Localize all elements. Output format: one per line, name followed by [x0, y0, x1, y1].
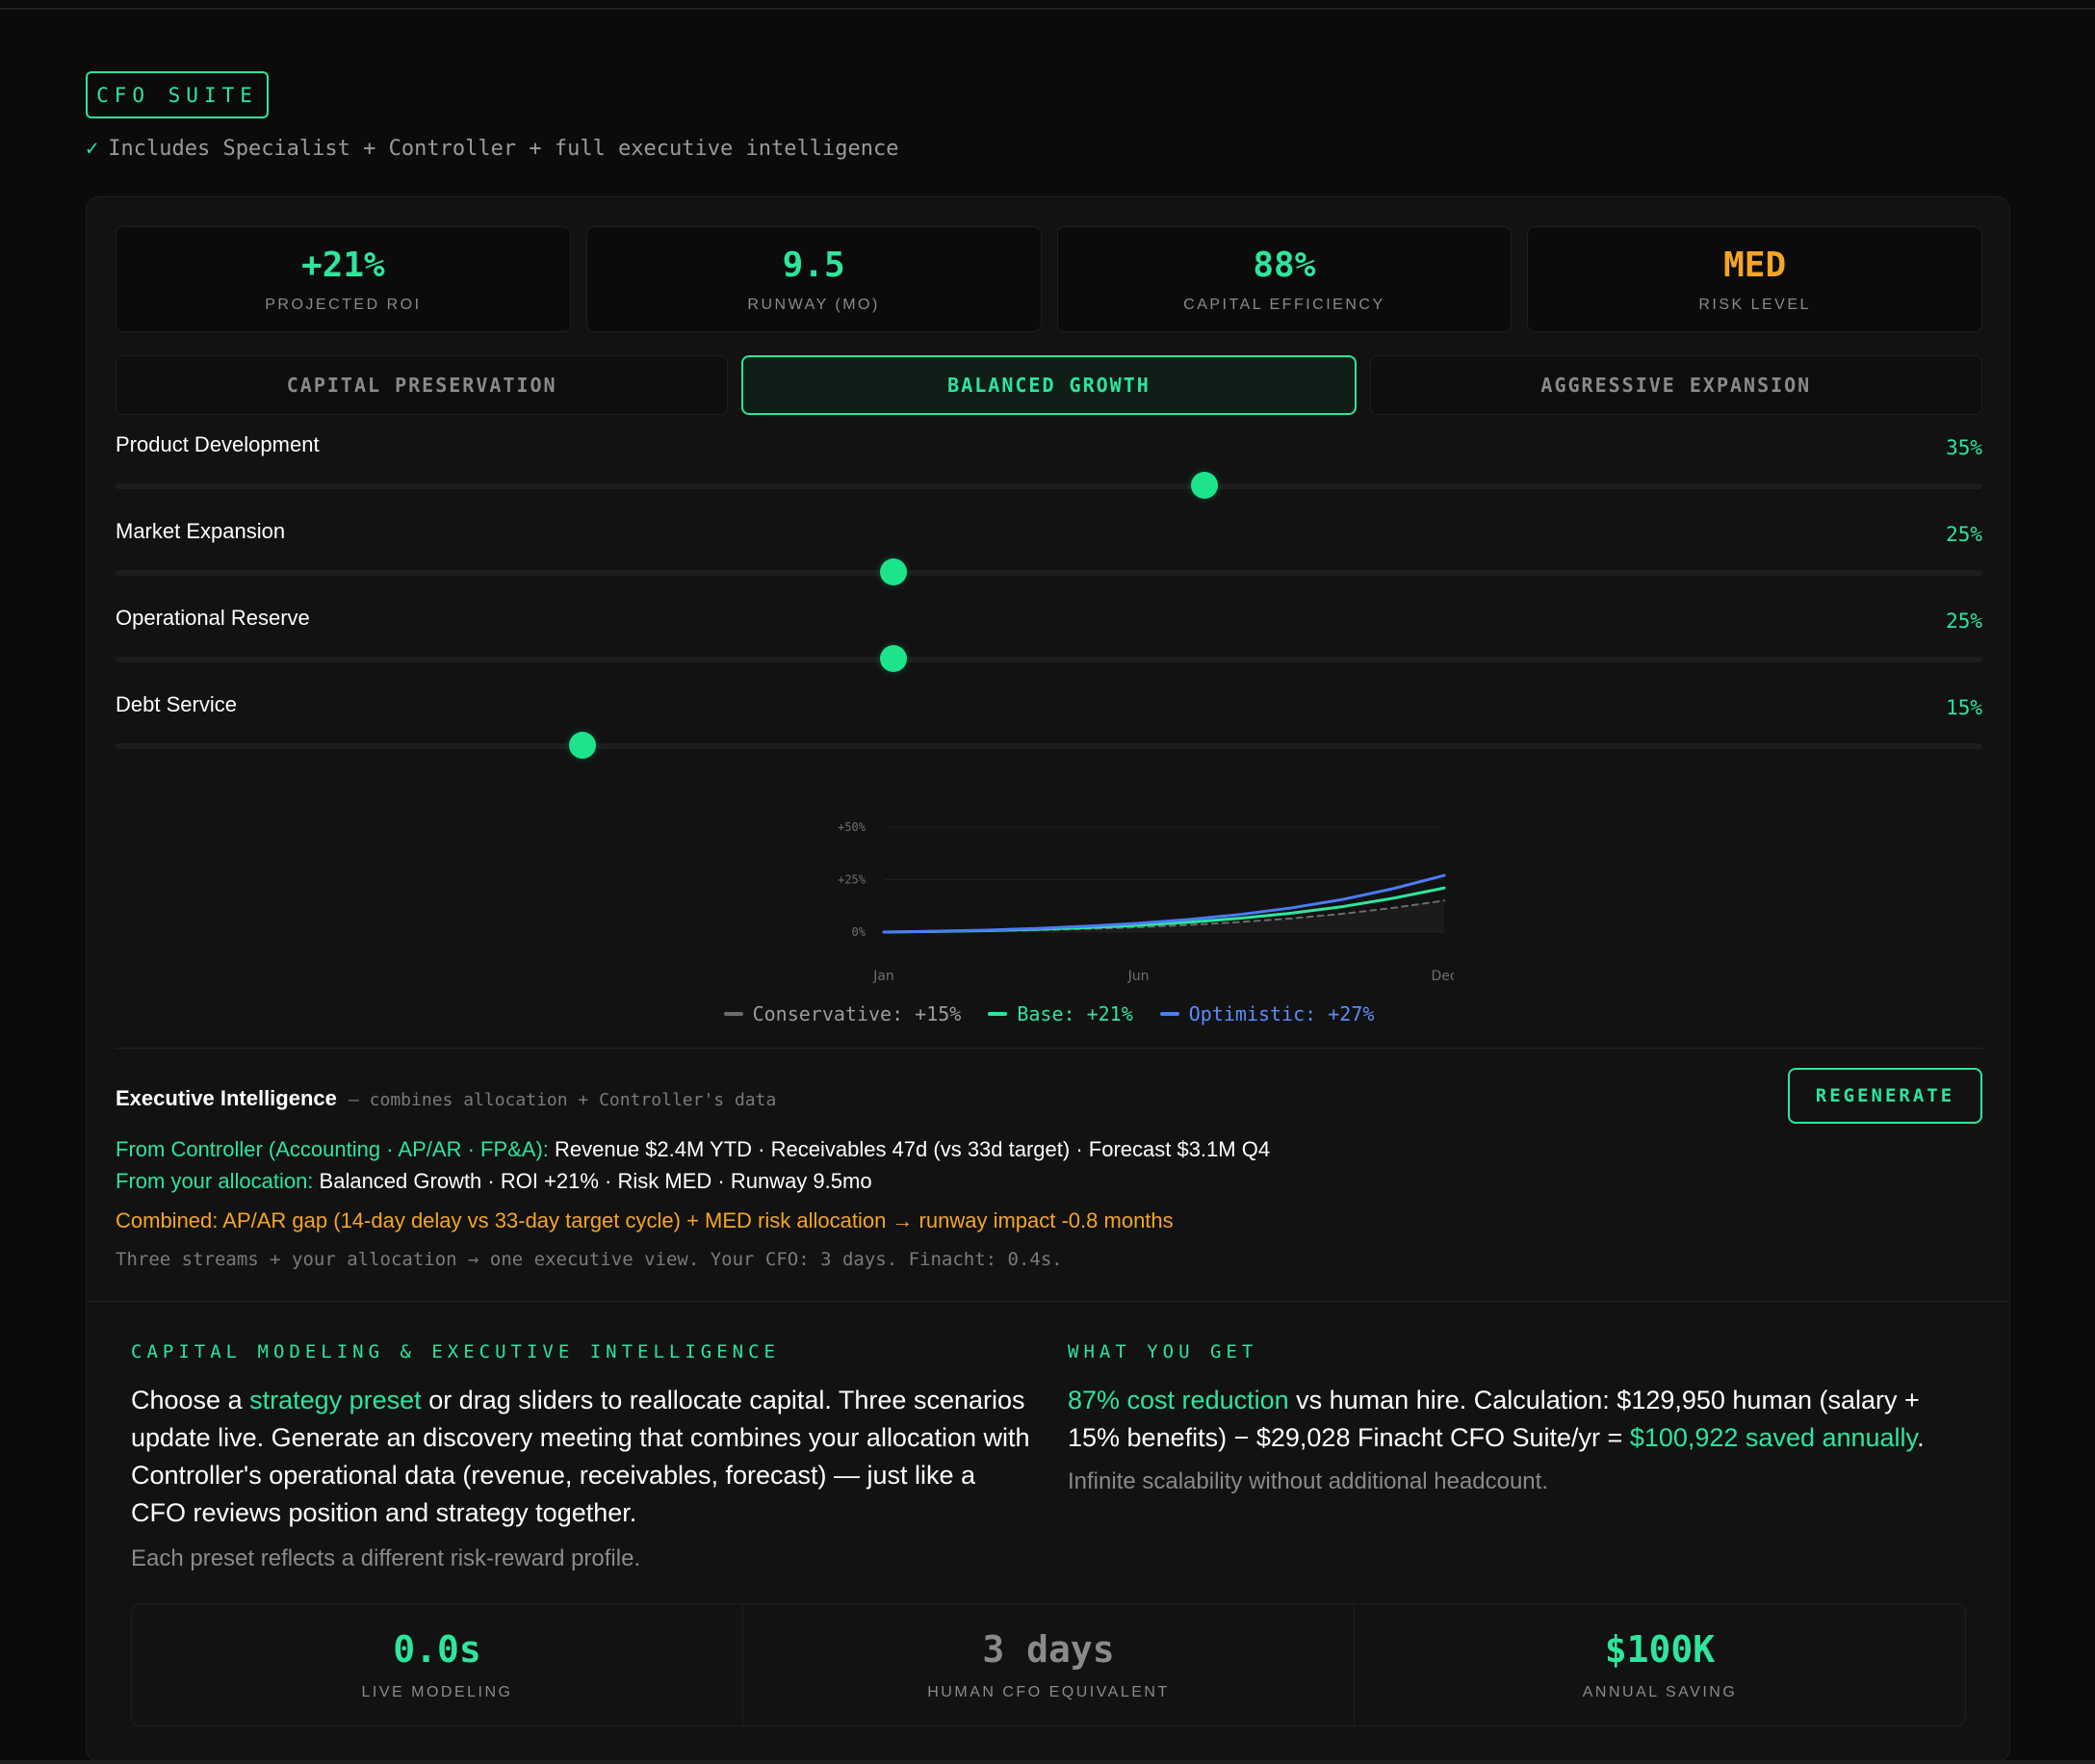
what-you-get-description: 87% cost reduction vs human hire. Calcul… [1068, 1382, 1963, 1457]
kpi-value: 9.5 [782, 245, 845, 285]
kpi-label: PROJECTED ROI [265, 296, 422, 313]
legend-swatch [1159, 1012, 1179, 1016]
x-tick-label: Jan [872, 969, 894, 984]
slider-value: 35% [1946, 436, 1982, 459]
slider-track[interactable] [116, 483, 1982, 489]
legend-text: Base: +21% [1017, 1002, 1133, 1025]
slider-label: Product Development [116, 432, 320, 456]
includes-text: Includes Specialist + Controller + full … [108, 137, 899, 161]
slider-market-expansion: Market Expansion 25% [116, 519, 1982, 606]
desc-text: . [1917, 1423, 1925, 1452]
kpi-label: RISK LEVEL [1698, 296, 1811, 313]
stat-human-cfo: 3 days HUMAN CFO EQUIVALENT [743, 1604, 1355, 1725]
kpi-runway: 9.5 RUNWAY (MO) [585, 226, 1042, 332]
stat-label: HUMAN CFO EQUIVALENT [927, 1684, 1170, 1700]
slider-track[interactable] [116, 657, 1982, 662]
kpi-value: MED [1723, 245, 1787, 285]
slider-value: 25% [1946, 523, 1982, 546]
stat-value: 3 days [982, 1628, 1115, 1671]
legend-item-optimistic: Optimistic: +27% [1159, 1002, 1375, 1025]
top-border [0, 8, 2095, 10]
legend-item-conservative: Conservative: +15% [723, 1002, 962, 1025]
allocation-label: From your allocation: [116, 1169, 314, 1193]
slider-value: 25% [1946, 610, 1982, 633]
y-tick-label: +50% [838, 820, 866, 834]
kpi-value: +21% [301, 245, 385, 285]
stat-label: ANNUAL SAVING [1582, 1684, 1738, 1700]
x-tick-label: Jun [1127, 969, 1150, 984]
slider-product-development: Product Development 35% [116, 432, 1982, 519]
slider-debt-service: Debt Service 15% [116, 692, 1982, 779]
exec-intelligence-title: Executive Intelligence — combines alloca… [116, 1086, 776, 1111]
scenario-chart: +50% +25% 0% Jan Jun Dec [703, 796, 1454, 989]
kpi-label: CAPITAL EFFICIENCY [1183, 296, 1385, 313]
preset-note: Each preset reflects a different risk-re… [131, 1545, 641, 1571]
slider-track[interactable] [116, 743, 1982, 749]
conservative-area [884, 900, 1444, 932]
panel-divider [87, 1301, 2009, 1302]
slider-label: Debt Service [116, 692, 237, 716]
stat-annual-saving: $100K ANNUAL SAVING [1355, 1604, 1965, 1725]
cost-reduction-highlight: 87% cost reduction [1068, 1386, 1289, 1414]
slider-label: Operational Reserve [116, 606, 310, 630]
cfo-suite-panel: +21% PROJECTED ROI 9.5 RUNWAY (MO) 88% C… [86, 196, 2010, 1762]
x-tick-label: Dec [1431, 969, 1454, 984]
what-you-get-heading: WHAT YOU GET [1068, 1341, 1258, 1362]
capital-modeling-heading: CAPITAL MODELING & EXECUTIVE INTELLIGENC… [131, 1341, 780, 1362]
controller-label: From Controller (Accounting · AP/AR · FP… [116, 1137, 549, 1161]
includes-note: ✓ Includes Specialist + Controller + full… [86, 137, 898, 161]
kpi-risk-level: MED RISK LEVEL [1527, 226, 1982, 332]
chart-legend: Conservative: +15% Base: +21% Optimistic… [87, 1002, 2009, 1025]
exec-subtitle: — combines allocation + Controller's dat… [349, 1090, 777, 1110]
y-tick-label: 0% [852, 925, 866, 939]
legend-swatch [723, 1012, 743, 1016]
kpi-projected-roi: +21% PROJECTED ROI [116, 226, 571, 332]
scalability-note: Infinite scalability without additional … [1068, 1468, 1548, 1494]
stat-label: LIVE MODELING [361, 1684, 513, 1700]
legend-text: Optimistic: +27% [1188, 1002, 1375, 1025]
slider-label: Market Expansion [116, 519, 286, 543]
controller-line: From Controller (Accounting · AP/AR · FP… [116, 1137, 1270, 1162]
kpi-capital-efficiency: 88% CAPITAL EFFICIENCY [1056, 226, 1513, 332]
kpi-row: +21% PROJECTED ROI 9.5 RUNWAY (MO) 88% C… [116, 226, 1982, 332]
section-divider [116, 1048, 1982, 1049]
slider-track[interactable] [116, 570, 1982, 576]
legend-swatch [988, 1012, 1008, 1016]
y-tick-label: +25% [838, 873, 866, 887]
stat-value: 0.0s [393, 1628, 481, 1671]
kpi-label: RUNWAY (MO) [747, 296, 880, 313]
exec-title-text: Executive Intelligence [116, 1086, 337, 1110]
scenario-chart-svg: +50% +25% 0% Jan Jun Dec [838, 820, 1454, 984]
kpi-value: 88% [1253, 245, 1316, 285]
stat-live-modeling: 0.0s LIVE MODELING [132, 1604, 743, 1725]
slider-thumb[interactable] [879, 558, 907, 585]
preset-balanced-growth[interactable]: BALANCED GROWTH [741, 355, 1357, 415]
tier-badge: CFO SUITE [86, 71, 269, 118]
allocation-text: Balanced Growth · ROI +21% · Risk MED · … [313, 1169, 872, 1193]
check-icon: ✓ [86, 137, 99, 161]
bottom-border [0, 1760, 2095, 1764]
stats-row: 0.0s LIVE MODELING 3 days HUMAN CFO EQUI… [131, 1603, 1966, 1726]
slider-thumb[interactable] [879, 645, 907, 672]
preset-aggressive-expansion[interactable]: AGGRESSIVE EXPANSION [1369, 355, 1982, 415]
slider-operational-reserve: Operational Reserve 25% [116, 606, 1982, 692]
legend-item-base: Base: +21% [988, 1002, 1133, 1025]
legend-text: Conservative: +15% [752, 1002, 962, 1025]
desc-text: Choose a [131, 1386, 250, 1414]
strategy-preset-highlight: strategy preset [249, 1386, 422, 1414]
allocation-line: From your allocation: Balanced Growth · … [116, 1169, 872, 1194]
stat-value: $100K [1604, 1628, 1716, 1671]
savings-highlight: $100,922 saved annually [1629, 1423, 1918, 1452]
strategy-presets: CAPITAL PRESERVATION BALANCED GROWTH AGG… [116, 355, 1982, 415]
regenerate-button[interactable]: REGENERATE [1788, 1068, 1982, 1124]
exec-footnote: Three streams + your allocation → one ex… [116, 1249, 1063, 1270]
slider-value: 15% [1946, 696, 1982, 719]
preset-capital-preservation[interactable]: CAPITAL PRESERVATION [116, 355, 729, 415]
combined-line: Combined: AP/AR gap (14-day delay vs 33-… [116, 1208, 1174, 1232]
slider-thumb[interactable] [568, 732, 596, 759]
controller-text: Revenue $2.4M YTD · Receivables 47d (vs … [548, 1137, 1271, 1161]
capital-modeling-description: Choose a strategy preset or drag sliders… [131, 1382, 1036, 1532]
slider-thumb[interactable] [1191, 472, 1219, 499]
